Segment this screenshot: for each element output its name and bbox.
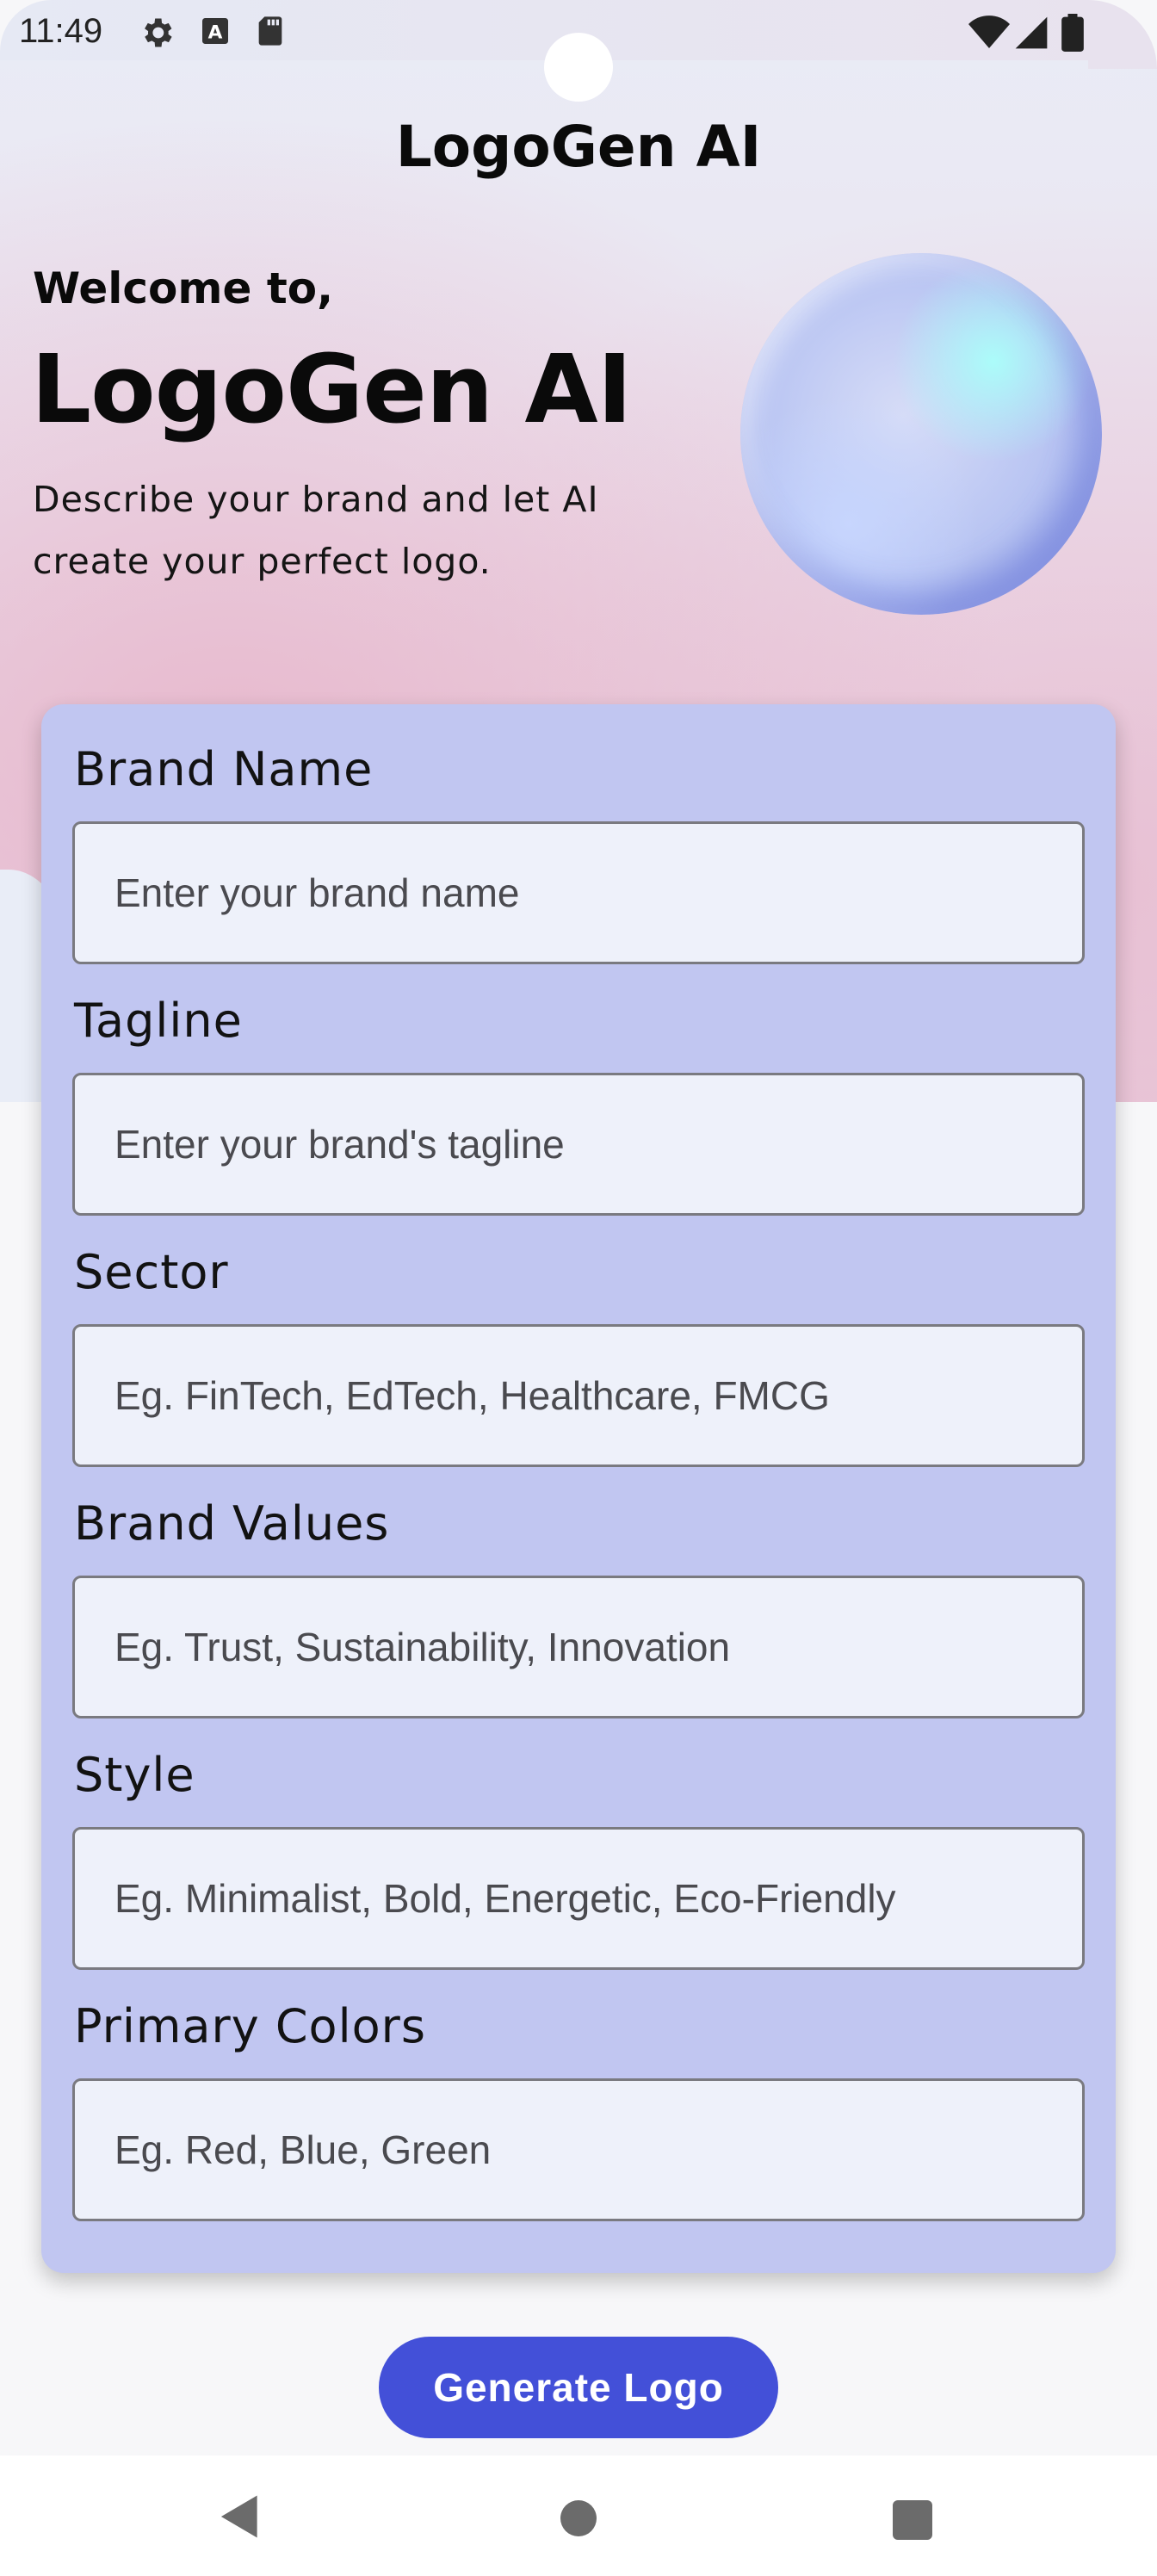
generate-logo-button[interactable]: Generate Logo bbox=[379, 2337, 778, 2438]
style-label: Style bbox=[74, 1748, 195, 1802]
brand-values-input[interactable] bbox=[72, 1576, 1085, 1718]
keyboard-a-icon: A bbox=[202, 18, 228, 44]
back-icon[interactable] bbox=[219, 2493, 262, 2540]
brand-name-input[interactable] bbox=[72, 821, 1085, 964]
hero-title: LogoGen AI bbox=[31, 334, 633, 444]
battery-icon bbox=[1061, 14, 1084, 52]
brand-form-card: Brand Name Tagline Sector Brand Values S… bbox=[41, 704, 1116, 2273]
svg-text:A: A bbox=[208, 22, 223, 43]
app-title: LogoGen AI bbox=[395, 114, 762, 180]
style-input[interactable] bbox=[72, 1827, 1085, 1970]
decorative-orb bbox=[740, 253, 1102, 615]
settings-icon bbox=[145, 18, 172, 47]
brand-values-label: Brand Values bbox=[74, 1496, 390, 1551]
tagline-input[interactable] bbox=[72, 1073, 1085, 1216]
signal-icon bbox=[1015, 16, 1048, 49]
wifi-icon bbox=[968, 15, 1010, 48]
status-time: 11:49 bbox=[19, 12, 103, 50]
navigation-bar bbox=[0, 2455, 1157, 2576]
sd-card-icon bbox=[258, 16, 282, 46]
camera-cutout bbox=[544, 33, 613, 102]
tagline-label: Tagline bbox=[74, 994, 243, 1048]
hero-description: Describe your brand and let AI create yo… bbox=[33, 479, 599, 582]
welcome-text: Welcome to, bbox=[33, 263, 334, 313]
primary-colors-label: Primary Colors bbox=[74, 1999, 426, 2053]
primary-colors-input[interactable] bbox=[72, 2078, 1085, 2221]
recents-icon[interactable] bbox=[893, 2500, 932, 2540]
brand-name-label: Brand Name bbox=[74, 742, 374, 796]
sector-label: Sector bbox=[74, 1245, 229, 1299]
home-icon[interactable] bbox=[560, 2500, 597, 2536]
sector-input[interactable] bbox=[72, 1324, 1085, 1467]
